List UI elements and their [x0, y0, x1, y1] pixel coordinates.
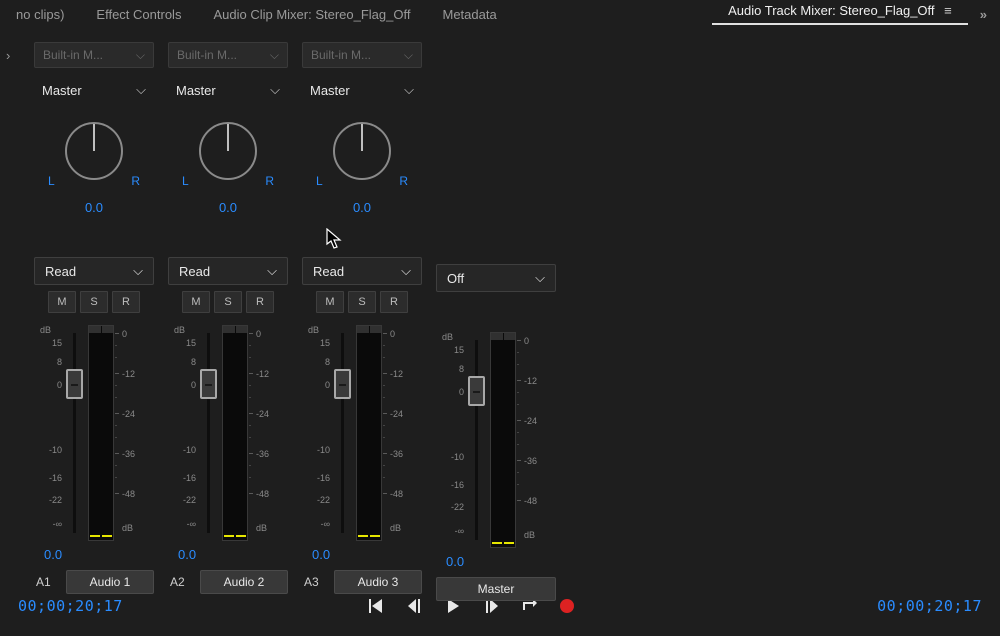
fader-scale: dB 15 8 0 -10 -16 -22 -∞ — [34, 325, 64, 541]
automation-mode-dropdown[interactable]: Read⌵ — [302, 257, 422, 285]
pan-knob[interactable] — [329, 118, 395, 184]
input-device-dropdown[interactable]: Built-in M...⌵ — [302, 42, 422, 68]
solo-button[interactable]: S — [80, 291, 108, 313]
volume-fader[interactable] — [200, 369, 217, 399]
chevron-down-icon: ⌵ — [136, 82, 146, 98]
solo-button[interactable]: S — [348, 291, 376, 313]
volume-fader[interactable] — [334, 369, 351, 399]
automation-mode-dropdown[interactable]: Read⌵ — [168, 257, 288, 285]
fader-track — [73, 333, 76, 533]
track-id: A1 — [36, 575, 58, 589]
level-meter — [356, 325, 382, 541]
chevron-down-icon: ⌵ — [535, 270, 545, 286]
chevron-down-icon: ⌵ — [133, 263, 143, 279]
level-meter — [88, 325, 114, 541]
channel-strip: Built-in M...⌵ Master⌵ LR 0.0 Read⌵ MSR … — [162, 42, 294, 584]
chevron-down-icon: ⌵ — [404, 48, 413, 63]
input-device-label: Built-in M... — [43, 48, 103, 62]
automation-mode-dropdown[interactable]: Off⌵ — [436, 264, 556, 292]
tab-source-no-clips[interactable]: no clips) — [0, 7, 80, 22]
master-strip: Off⌵ dB1580-10-16-22-∞ 0-12-24-36-48dB 0… — [430, 42, 562, 584]
pan-value[interactable]: 0.0 — [353, 200, 371, 215]
automation-mode-label: Read — [45, 264, 76, 279]
mute-button[interactable]: M — [48, 291, 76, 313]
channel-strip: Built-in M... ⌵ Master ⌵ L R 0.0 Read — [28, 42, 160, 584]
panel-menu-icon[interactable]: ≡ — [944, 3, 952, 18]
timecode-out[interactable]: 00;00;20;17 — [822, 597, 982, 615]
pan-right-label: R — [131, 174, 140, 188]
track-name-field[interactable]: Audio 2 — [200, 570, 288, 594]
pan-left-label: L — [48, 174, 55, 188]
track-name-field[interactable]: Master — [436, 577, 556, 601]
tab-audio-track-mixer[interactable]: Audio Track Mixer: Stereo_Flag_Off ≡ — [712, 3, 968, 25]
meter-scale: 0 -12 -24 -36 -48 dB — [120, 325, 150, 541]
track-name-field[interactable]: Audio 1 — [66, 570, 154, 594]
audio-track-mixer-panel: › Built-in M... ⌵ Master ⌵ L R 0.0 — [0, 28, 1000, 584]
chevron-down-icon: ⌵ — [401, 263, 411, 279]
volume-value[interactable]: 0.0 — [178, 547, 288, 562]
input-device-dropdown[interactable]: Built-in M... ⌵ — [34, 42, 154, 68]
step-back-button[interactable] — [405, 596, 425, 616]
volume-value[interactable]: 0.0 — [44, 547, 154, 562]
go-to-in-button[interactable] — [367, 596, 387, 616]
solo-button[interactable]: S — [214, 291, 242, 313]
pan-value[interactable]: 0.0 — [85, 200, 103, 215]
tab-effect-controls[interactable]: Effect Controls — [80, 7, 197, 22]
effects-sends-disclosure[interactable]: › — [6, 48, 10, 63]
chevron-down-icon: ⌵ — [404, 82, 414, 98]
level-meter — [490, 332, 516, 548]
chevron-down-icon: ⌵ — [270, 82, 280, 98]
chevron-down-icon: ⌵ — [267, 263, 277, 279]
tab-overflow-icon[interactable]: » — [968, 7, 1000, 22]
input-device-dropdown[interactable]: Built-in M...⌵ — [168, 42, 288, 68]
mute-button[interactable]: M — [316, 291, 344, 313]
tab-audio-clip-mixer[interactable]: Audio Clip Mixer: Stereo_Flag_Off — [197, 7, 426, 22]
track-name-field[interactable]: Audio 3 — [334, 570, 422, 594]
output-assignment-label: Master — [42, 83, 82, 98]
fader-meter-block: dB 15 8 0 -10 -16 -22 -∞ — [34, 325, 154, 541]
mute-button[interactable]: M — [182, 291, 210, 313]
pan-knob[interactable] — [61, 118, 127, 184]
volume-value[interactable]: 0.0 — [446, 554, 556, 569]
pan-value[interactable]: 0.0 — [219, 200, 237, 215]
output-assignment-dropdown[interactable]: Master⌵ — [168, 76, 288, 104]
tab-metadata[interactable]: Metadata — [426, 7, 512, 22]
timecode-in[interactable]: 00;00;20;17 — [18, 597, 123, 615]
panel-tabbar: no clips) Effect Controls Audio Clip Mix… — [0, 0, 1000, 28]
tab-audio-track-mixer-label: Audio Track Mixer: Stereo_Flag_Off — [728, 3, 934, 18]
volume-fader[interactable] — [468, 376, 485, 406]
record-enable-button[interactable]: R — [112, 291, 140, 313]
chevron-down-icon: ⌵ — [136, 48, 145, 63]
automation-mode-dropdown[interactable]: Read ⌵ — [34, 257, 154, 285]
pan-knob[interactable] — [195, 118, 261, 184]
volume-value[interactable]: 0.0 — [312, 547, 422, 562]
record-enable-button[interactable]: R — [246, 291, 274, 313]
record-enable-button[interactable]: R — [380, 291, 408, 313]
channel-strip: Built-in M...⌵ Master⌵ LR 0.0 Read⌵ MSR … — [296, 42, 428, 584]
chevron-down-icon: ⌵ — [270, 48, 279, 63]
output-assignment-dropdown[interactable]: Master ⌵ — [34, 76, 154, 104]
output-assignment-dropdown[interactable]: Master⌵ — [302, 76, 422, 104]
level-meter — [222, 325, 248, 541]
volume-fader[interactable] — [66, 369, 83, 399]
